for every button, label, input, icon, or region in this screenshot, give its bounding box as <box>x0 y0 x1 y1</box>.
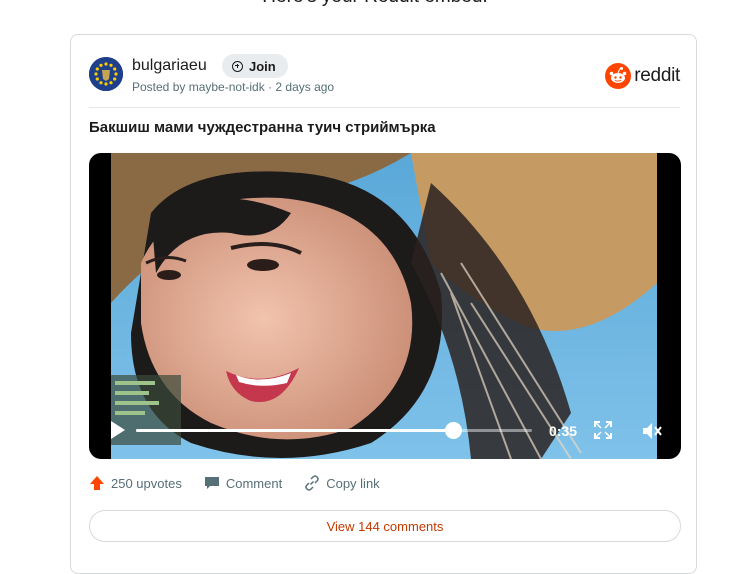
copy-link-label: Copy link <box>326 475 380 491</box>
post-header: bulgariaeu Join Posted by maybe-not-idk … <box>89 53 680 103</box>
post-actions: 250 upvotes Comment Copy link <box>89 475 402 491</box>
page-heading: Here's your Reddit embed. <box>0 0 750 8</box>
link-icon <box>305 475 319 491</box>
posted-by: Posted by maybe-not-idk · 2 days ago <box>132 80 335 94</box>
reddit-embed-card: bulgariaeu Join Posted by maybe-not-idk … <box>70 34 697 574</box>
copy-link-button[interactable]: Copy link <box>304 475 380 491</box>
upvote-button[interactable]: 250 upvotes <box>89 475 182 491</box>
join-button[interactable]: Join <box>222 54 288 78</box>
view-comments-button[interactable]: View 144 comments <box>89 510 681 542</box>
video-time: 0:35 <box>549 423 578 439</box>
comment-label: Comment <box>225 475 283 491</box>
play-icon[interactable] <box>111 421 125 439</box>
comment-icon <box>204 477 219 489</box>
join-label: Join <box>249 58 276 74</box>
reddit-logo[interactable]: reddit <box>605 63 680 89</box>
upvote-icon <box>90 476 104 490</box>
join-plus-icon <box>232 60 243 72</box>
progress-handle[interactable] <box>444 422 462 439</box>
fullscreen-icon[interactable] <box>594 421 612 439</box>
header-divider <box>89 107 680 108</box>
upvote-count: 250 upvotes <box>111 475 182 491</box>
reddit-wordmark: reddit <box>634 65 680 86</box>
reddit-logo-icon <box>605 63 632 89</box>
community-name[interactable]: bulgariaeu <box>132 57 207 75</box>
eu-flag-icon[interactable] <box>89 57 123 91</box>
progress-bar[interactable] <box>136 422 532 439</box>
progress-fill <box>136 429 453 432</box>
mute-icon[interactable] <box>641 421 663 441</box>
video-player[interactable]: 0:35 <box>89 153 681 459</box>
video-controls: 0:35 <box>89 409 681 459</box>
comment-button[interactable]: Comment <box>204 475 282 491</box>
post-title[interactable]: Бакшиш мами чуждестранна туич стриймърка <box>89 119 436 136</box>
